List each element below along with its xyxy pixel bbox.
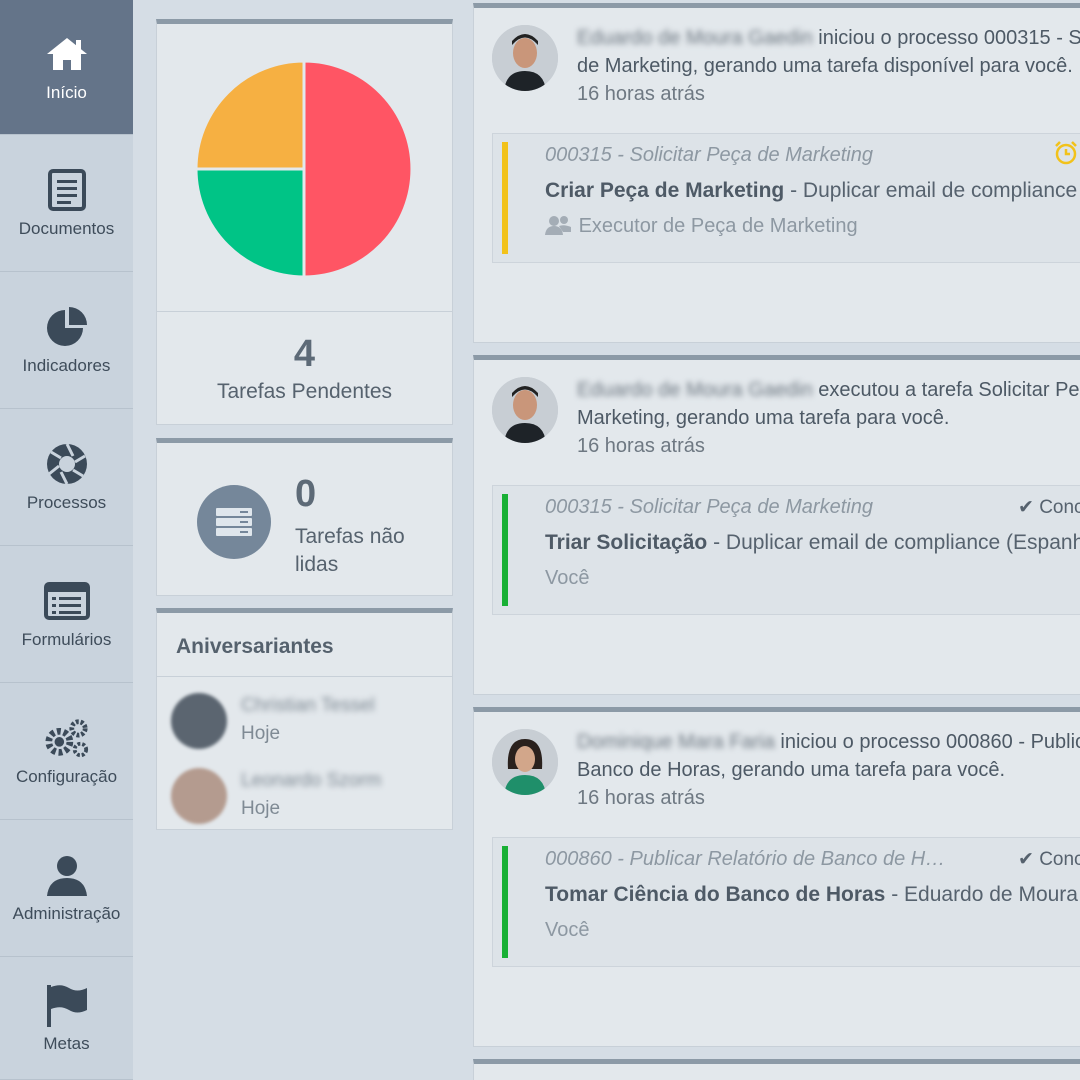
activity-text: Eduardo de Moura Gaedin executou a taref…	[577, 379, 1080, 457]
activity-user-name[interactable]: Eduardo de Moura Gaedin	[577, 379, 813, 401]
activity-timestamp: 16 horas atrás	[577, 787, 705, 809]
gears-icon	[44, 715, 90, 761]
sidebar-item-label: Início	[46, 83, 87, 102]
unread-tasks-label: Tarefas não lidas	[295, 525, 405, 576]
birthday-date: Hoje	[241, 723, 281, 744]
sidebar-item-inicio[interactable]: Início	[0, 0, 133, 135]
activity-text: Dominique Mara Faria iniciou o processo …	[577, 731, 1080, 809]
user-icon	[44, 852, 90, 898]
activity-feed-item: Dominique Mara Faria iniciou o processo …	[473, 707, 1080, 1047]
pending-tasks-count: 4	[293, 333, 316, 375]
sidebar-item-label: Administração	[12, 904, 121, 923]
unread-tasks-count: 0	[295, 473, 317, 515]
pie-chart-icon	[44, 304, 90, 350]
activity-timestamp: 16 horas atrás	[577, 435, 705, 457]
inbox-icon	[197, 485, 271, 559]
document-icon	[44, 167, 90, 213]
sidebar-item-formularios[interactable]: Formulários	[0, 546, 133, 683]
list-item[interactable]: Leonardo Szorm Hoje	[171, 768, 441, 828]
task-status-badge: ✔ Concluída	[1018, 849, 1080, 870]
aperture-icon	[44, 441, 90, 487]
pie-slice-2[interactable]	[194, 59, 306, 171]
activity-feed-item: Eduardo de Moura Gaedin executou a taref…	[473, 355, 1080, 695]
sidebar-item-label: Formulários	[21, 630, 112, 649]
birthday-person-name: Leonardo Szorm	[241, 770, 382, 791]
task-card[interactable]: 000315 - Solicitar Peça de Marketing ✔ C…	[492, 485, 1080, 615]
activity-feed-item: Eduardo de Moura Gaedin iniciou o proces…	[473, 3, 1080, 343]
sidebar-item-label: Documentos	[18, 219, 115, 238]
users-icon	[545, 215, 573, 237]
sidebar: Início Documentos Indicadores Processos …	[0, 0, 133, 1080]
unread-tasks-card[interactable]: 0 Tarefas não lidas	[156, 438, 453, 596]
task-status-badge: ✔ Concluída	[1018, 497, 1080, 518]
sidebar-item-documentos[interactable]: Documentos	[0, 135, 133, 272]
avatar	[492, 377, 558, 443]
pending-tasks-label: Tarefas Pendentes	[216, 380, 393, 403]
pie-slice-0[interactable]	[302, 59, 414, 279]
task-title: Tomar Ciência do Banco de Horas - Eduard…	[545, 883, 1078, 906]
form-icon	[43, 578, 90, 624]
task-process-code: 000860 - Publicar Relatório de Banco de …	[545, 848, 946, 870]
task-status-bar	[502, 142, 508, 254]
sidebar-item-processos[interactable]: Processos	[0, 409, 133, 546]
home-icon	[44, 31, 90, 77]
pie-slice-1[interactable]	[194, 167, 306, 279]
sidebar-item-label: Processos	[26, 493, 107, 512]
sidebar-item-indicadores[interactable]: Indicadores	[0, 272, 133, 409]
activity-feed-item	[473, 1059, 1080, 1080]
birthday-date: Hoje	[241, 798, 281, 819]
sidebar-item-label: Indicadores	[22, 356, 111, 375]
list-item[interactable]: Christian Tessel Hoje	[171, 693, 441, 753]
task-card[interactable]: 000860 - Publicar Relatório de Banco de …	[492, 837, 1080, 967]
activity-user-name[interactable]: Eduardo de Moura Gaedin	[577, 27, 813, 49]
task-status-bar	[502, 494, 508, 606]
sidebar-item-metas[interactable]: Metas	[0, 957, 133, 1080]
activity-user-name[interactable]: Dominique Mara Faria	[577, 731, 775, 753]
sidebar-item-label: Metas	[43, 1034, 90, 1053]
birthdays-title: Aniversariantes	[157, 613, 452, 677]
task-title: Criar Peça de Marketing - Duplicar email…	[545, 179, 1080, 202]
flag-icon	[44, 982, 90, 1028]
avatar	[492, 729, 558, 795]
task-assignee: Você	[545, 919, 590, 941]
task-process-code: 000315 - Solicitar Peça de Marketing	[545, 144, 873, 166]
task-card[interactable]: 000315 - Solicitar Peça de Marketing Cri…	[492, 133, 1080, 263]
task-status-bar	[502, 846, 508, 958]
birthday-person-name: Christian Tessel	[241, 695, 375, 716]
task-process-code: 000315 - Solicitar Peça de Marketing	[545, 496, 873, 518]
sidebar-item-configuracao[interactable]: Configuração	[0, 683, 133, 820]
task-title: Triar Solicitação - Duplicar email de co…	[545, 531, 1080, 554]
activity-text: Eduardo de Moura Gaedin iniciou o proces…	[577, 27, 1080, 105]
pie-chart	[194, 59, 414, 279]
task-assignee: Executor de Peça de Marketing	[545, 215, 858, 238]
avatar	[492, 25, 558, 91]
avatar	[171, 693, 227, 749]
activity-timestamp: 16 horas atrás	[577, 83, 705, 105]
alarm-clock-icon	[1053, 140, 1079, 172]
avatar	[171, 768, 227, 824]
task-assignee: Você	[545, 567, 590, 589]
birthdays-card: Aniversariantes Christian Tessel Hoje Le…	[156, 608, 453, 830]
sidebar-item-label: Configuração	[15, 767, 118, 786]
sidebar-item-administracao[interactable]: Administração	[0, 820, 133, 957]
pending-tasks-card[interactable]: 4 Tarefas Pendentes	[156, 19, 453, 425]
pending-tasks-chart	[157, 24, 452, 312]
